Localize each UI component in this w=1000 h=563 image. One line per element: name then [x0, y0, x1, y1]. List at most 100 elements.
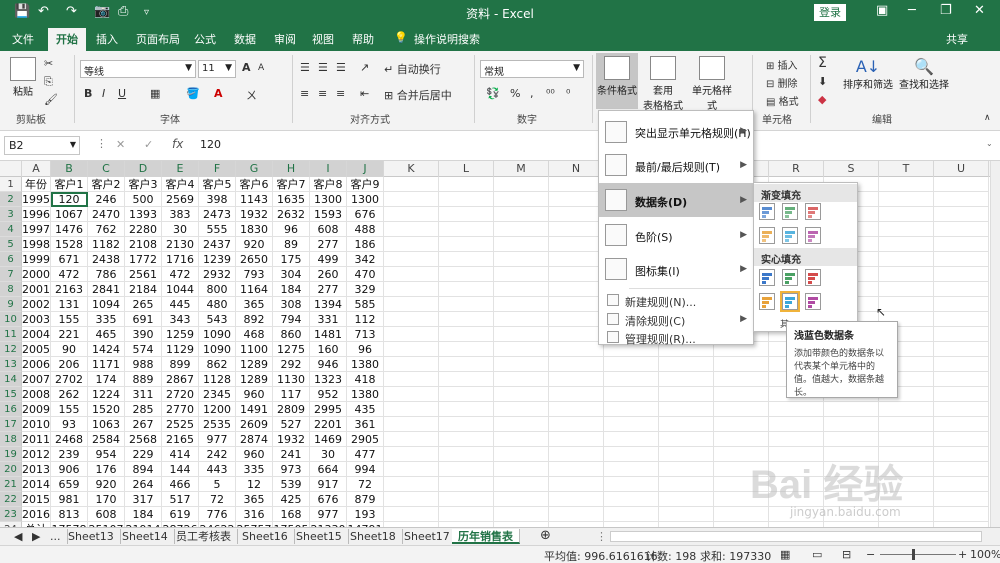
cell[interactable] [934, 432, 989, 447]
row-header[interactable]: 20 [0, 462, 22, 477]
cell[interactable] [494, 387, 549, 402]
cell[interactable]: 1469 [310, 432, 347, 447]
tab-view[interactable]: 视图 [312, 31, 334, 47]
currency-icon[interactable]: 💱 [486, 87, 500, 100]
cell[interactable] [494, 237, 549, 252]
cell[interactable]: 客户4 [162, 177, 199, 192]
cell[interactable]: 1289 [236, 357, 273, 372]
cell[interactable] [549, 417, 604, 432]
cell[interactable]: 1520 [88, 402, 125, 417]
cell[interactable] [384, 282, 439, 297]
fill-color-icon[interactable]: 🪣 [186, 87, 200, 100]
cell[interactable] [879, 177, 934, 192]
cell[interactable]: 2809 [273, 402, 310, 417]
zoom-level[interactable]: 100% [970, 548, 1000, 561]
cell[interactable] [934, 342, 989, 357]
cell[interactable] [934, 297, 989, 312]
cell[interactable]: 170 [88, 492, 125, 507]
cell[interactable]: 1128 [199, 372, 236, 387]
column-header-d[interactable]: D [125, 161, 162, 177]
cell[interactable] [934, 222, 989, 237]
cell[interactable]: 客户3 [125, 177, 162, 192]
clear-icon[interactable]: ◆ [818, 93, 826, 106]
cell[interactable]: 175 [273, 252, 310, 267]
cell[interactable] [549, 222, 604, 237]
cell[interactable]: 794 [273, 312, 310, 327]
cell[interactable]: 1130 [273, 372, 310, 387]
cell[interactable] [384, 447, 439, 462]
cell[interactable] [659, 357, 714, 372]
cell[interactable]: 917 [310, 477, 347, 492]
grow-font-icon[interactable]: A [242, 61, 251, 74]
cell[interactable]: 2012 [22, 447, 51, 462]
percent-button[interactable]: % [510, 87, 520, 100]
cell[interactable]: 2437 [199, 237, 236, 252]
cell[interactable]: 264 [125, 477, 162, 492]
cell[interactable] [714, 402, 769, 417]
cell[interactable]: 555 [199, 222, 236, 237]
tab-review[interactable]: 审阅 [274, 31, 296, 47]
menu-item-highlight-rules[interactable]: 突出显示单元格规则(H) ▶ [599, 117, 753, 147]
row-header[interactable]: 10 [0, 312, 22, 327]
cell[interactable]: 168 [273, 507, 310, 522]
cell[interactable] [604, 477, 659, 492]
cell[interactable] [604, 507, 659, 522]
cell[interactable]: 342 [347, 252, 384, 267]
cell[interactable]: 2013 [22, 462, 51, 477]
column-header-m[interactable]: M [494, 161, 549, 177]
cell[interactable]: 2007 [22, 372, 51, 387]
align-left-icon[interactable]: ≡ [300, 87, 309, 100]
cell[interactable] [659, 387, 714, 402]
cell[interactable]: 466 [162, 477, 199, 492]
column-header-s[interactable]: S [824, 161, 879, 177]
cell[interactable] [604, 387, 659, 402]
cell[interactable]: 1164 [236, 282, 273, 297]
column-header-k[interactable]: K [384, 161, 439, 177]
cell[interactable]: 1424 [88, 342, 125, 357]
italic-button[interactable]: I [102, 87, 105, 100]
cell[interactable]: 229 [125, 447, 162, 462]
cell[interactable] [439, 207, 494, 222]
cell[interactable]: 客户6 [236, 177, 273, 192]
cell[interactable]: 客户8 [310, 177, 347, 192]
sheet-tab[interactable]: Sheet18 [344, 529, 403, 544]
cell[interactable] [439, 447, 494, 462]
font-size-combo[interactable]: 11 ▼ [198, 60, 236, 78]
cell[interactable] [549, 432, 604, 447]
cell[interactable] [494, 192, 549, 207]
cell[interactable]: 客户5 [199, 177, 236, 192]
cell[interactable] [659, 507, 714, 522]
align-right-icon[interactable]: ≡ [336, 87, 345, 100]
cell[interactable] [439, 177, 494, 192]
cell[interactable]: 285 [125, 402, 162, 417]
cell[interactable]: 390 [125, 327, 162, 342]
cell[interactable] [439, 222, 494, 237]
cell[interactable]: 1491 [236, 402, 273, 417]
data-bar-style-swatch[interactable] [759, 203, 775, 220]
cell[interactable]: 155 [51, 312, 88, 327]
cell[interactable]: 241 [273, 447, 310, 462]
cell[interactable] [549, 492, 604, 507]
cell[interactable]: 89 [273, 237, 310, 252]
cell[interactable]: 465 [88, 327, 125, 342]
cell[interactable]: 2584 [88, 432, 125, 447]
cell[interactable] [934, 312, 989, 327]
cell[interactable] [659, 462, 714, 477]
column-header-c[interactable]: C [88, 161, 125, 177]
cell[interactable]: 365 [236, 297, 273, 312]
cell[interactable] [934, 492, 989, 507]
cell[interactable]: 608 [88, 507, 125, 522]
cell[interactable]: 862 [199, 357, 236, 372]
cell[interactable]: 1481 [310, 327, 347, 342]
cell[interactable]: 160 [310, 342, 347, 357]
cell[interactable] [439, 267, 494, 282]
cell[interactable]: 776 [199, 507, 236, 522]
cell[interactable]: 1289 [236, 372, 273, 387]
cell[interactable] [714, 417, 769, 432]
cell[interactable] [659, 417, 714, 432]
cell[interactable]: 1394 [310, 297, 347, 312]
cell[interactable]: 1044 [162, 282, 199, 297]
cell[interactable] [494, 207, 549, 222]
cell[interactable]: 242 [199, 447, 236, 462]
cell[interactable]: 1275 [273, 342, 310, 357]
